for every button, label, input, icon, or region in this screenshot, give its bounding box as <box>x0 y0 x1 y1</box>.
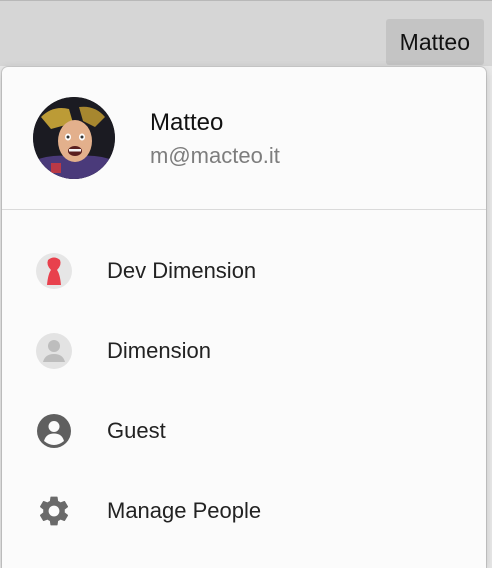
profile-header: Matteo m@macteo.it <box>2 67 486 210</box>
menu-item-label: Dev Dimension <box>107 258 257 283</box>
user-photo-icon <box>33 97 115 179</box>
menu-item-label: Manage People <box>107 498 262 523</box>
user-email: m@macteo.it <box>150 143 280 168</box>
menu-item-dimension[interactable]: Dimension <box>2 315 486 387</box>
menu-item-dev-dimension[interactable]: Dev Dimension <box>2 235 486 307</box>
red-person-avatar-icon <box>35 252 73 290</box>
profile-menu: Matteo m@macteo.it Dev Dimension Dimensi… <box>2 67 486 568</box>
gray-person-avatar-icon <box>35 332 73 370</box>
menu-item-guest[interactable]: Guest <box>2 395 486 467</box>
menu-item-label: Guest <box>107 418 166 443</box>
guest-account-icon <box>35 412 73 450</box>
profile-button-label: Matteo <box>399 28 470 55</box>
window-toolbar: Matteo <box>0 0 492 67</box>
gear-icon <box>35 492 73 530</box>
menu-item-label: Dimension <box>107 338 211 363</box>
user-avatar[interactable] <box>33 97 115 179</box>
user-name: Matteo <box>150 109 224 136</box>
menu-item-manage-people[interactable]: Manage People <box>2 475 486 547</box>
profile-button[interactable]: Matteo <box>385 19 484 65</box>
